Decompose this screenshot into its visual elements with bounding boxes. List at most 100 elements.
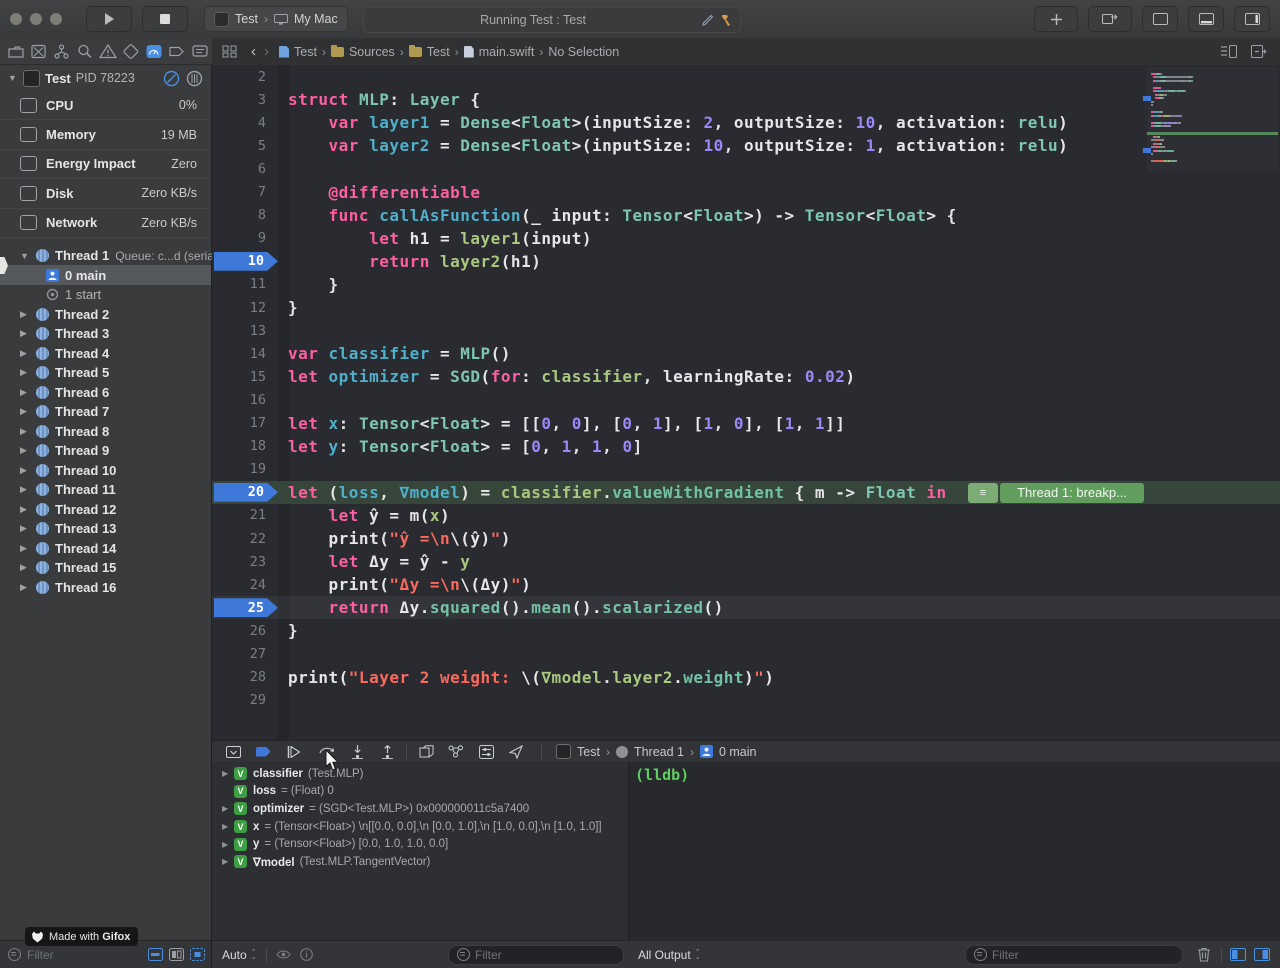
- related-items-icon[interactable]: [222, 45, 237, 58]
- debug-memory-graph-button[interactable]: [441, 745, 471, 758]
- hide-debug-area-button[interactable]: [218, 746, 248, 758]
- sidebar-item-thread-12[interactable]: ▶Thread 12: [0, 499, 211, 519]
- debug-view-hierarchy-button[interactable]: [411, 745, 441, 759]
- project-navigator-icon[interactable]: [6, 43, 26, 60]
- variables-scope-select[interactable]: Auto: [222, 948, 247, 962]
- variable-row-4[interactable]: ▶Vx= (Tensor<Float>) \n[[0.0, 0.0],\n [0…: [212, 818, 628, 836]
- console-filter-field[interactable]: Filter: [965, 945, 1183, 965]
- close-window-button[interactable]: [10, 13, 22, 25]
- process-row[interactable]: ▼ Test PID 78223: [0, 65, 211, 91]
- disclosure-triangle-icon[interactable]: ▶: [20, 523, 30, 534]
- disclosure-triangle-icon[interactable]: ▶: [20, 465, 30, 476]
- gauge-row-network[interactable]: NetworkZero KB/s: [0, 209, 207, 238]
- crumb-project[interactable]: Test: [294, 45, 317, 59]
- variables-filter-field[interactable]: Filter: [448, 945, 624, 965]
- debug-crumb-thread[interactable]: Thread 1: [634, 745, 684, 759]
- variable-row-2[interactable]: Vloss= (Float) 0: [212, 783, 628, 801]
- disclosure-triangle-icon[interactable]: ▶: [20, 426, 30, 437]
- disclosure-triangle-icon[interactable]: ▶: [222, 840, 231, 849]
- report-navigator-icon[interactable]: [190, 43, 210, 60]
- gauge-row-memory[interactable]: Memory19 MB: [0, 120, 207, 149]
- step-out-button[interactable]: [372, 745, 402, 759]
- sidebar-item-thread-3[interactable]: ▶Thread 3: [0, 324, 211, 344]
- breakpoint-badge[interactable]: 20: [214, 483, 278, 502]
- issue-navigator-icon[interactable]: [98, 43, 118, 60]
- disclosure-triangle-icon[interactable]: ▶: [20, 328, 30, 339]
- disclosure-triangle-icon[interactable]: ▼: [20, 251, 30, 261]
- clear-console-trash-icon[interactable]: [1197, 947, 1211, 962]
- debug-navigator-icon[interactable]: [144, 43, 164, 60]
- memory-gauge-ring-icon[interactable]: [186, 70, 203, 87]
- sidebar-item-thread-9[interactable]: ▶Thread 9: [0, 441, 211, 461]
- crumb-test[interactable]: Test: [427, 45, 450, 59]
- toggle-debug-area-button[interactable]: [1188, 6, 1224, 32]
- sidebar-item-thread-13[interactable]: ▶Thread 13: [0, 519, 211, 539]
- environment-overrides-button[interactable]: [471, 745, 501, 759]
- step-into-button[interactable]: [342, 745, 372, 759]
- minimize-window-button[interactable]: [30, 13, 42, 25]
- gauge-row-cpu[interactable]: CPU0%: [0, 91, 207, 120]
- sidebar-item-thread-11[interactable]: ▶Thread 11: [0, 480, 211, 500]
- breakpoint-badge[interactable]: 10: [214, 252, 278, 271]
- filter-stacks-icon[interactable]: [169, 948, 184, 961]
- toggle-variables-view-icon[interactable]: [1230, 948, 1246, 961]
- sidebar-item-thread-2[interactable]: ▶Thread 2: [0, 304, 211, 324]
- symbol-navigator-icon[interactable]: [52, 43, 72, 60]
- debug-crumb-app[interactable]: Test: [577, 745, 600, 759]
- sidebar-item-thread-5[interactable]: ▶Thread 5: [0, 363, 211, 383]
- breakpoint-annotation[interactable]: ≡Thread 1: breakp...: [968, 483, 1144, 503]
- standard-editor-button[interactable]: [1142, 6, 1178, 32]
- console-scope-select[interactable]: All Output: [638, 948, 691, 962]
- disclosure-triangle-icon[interactable]: ▶: [222, 857, 231, 866]
- simulate-location-button[interactable]: [501, 745, 531, 759]
- continue-button[interactable]: [278, 746, 308, 758]
- variables-view[interactable]: ▶Vclassifier(Test.MLP)Vloss= (Float) 0▶V…: [212, 762, 628, 940]
- build-hammer-icon[interactable]: [720, 14, 732, 26]
- source-editor[interactable]: 23struct MLP: Layer {4 var layer1 = Dens…: [212, 65, 1280, 740]
- navigator-filter-input[interactable]: Filter: [27, 948, 54, 962]
- sidebar-item-thread-10[interactable]: ▶Thread 10: [0, 460, 211, 480]
- scheme-selector[interactable]: Test › My Mac: [204, 6, 348, 32]
- stack-frame-1-start[interactable]: 1 start: [0, 285, 211, 305]
- pause-process-icon[interactable]: [163, 70, 180, 87]
- pencil-icon[interactable]: [702, 14, 714, 26]
- disclosure-triangle-icon[interactable]: ▶: [222, 769, 231, 778]
- crumb-sources[interactable]: Sources: [349, 45, 395, 59]
- breakpoints-toggle-button[interactable]: [248, 747, 278, 757]
- variable-row-3[interactable]: ▶Voptimizer= (SGD<Test.MLP>) 0x000000011…: [212, 800, 628, 818]
- gauge-row-energy-impact[interactable]: Energy ImpactZero: [0, 150, 207, 179]
- disclosure-triangle-icon[interactable]: ▶: [20, 445, 30, 456]
- crumb-file[interactable]: main.swift: [479, 45, 535, 59]
- disclosure-triangle-icon[interactable]: ▶: [20, 309, 30, 320]
- sidebar-item-thread-6[interactable]: ▶Thread 6: [0, 382, 211, 402]
- disclosure-triangle-icon[interactable]: ▶: [20, 582, 30, 593]
- toggle-console-view-icon[interactable]: [1254, 948, 1270, 961]
- sidebar-item-thread-8[interactable]: ▶Thread 8: [0, 421, 211, 441]
- breakpoint-badge[interactable]: 25: [214, 598, 278, 617]
- sidebar-item-thread-15[interactable]: ▶Thread 15: [0, 558, 211, 578]
- variable-row-6[interactable]: ▶V∇model(Test.MLP.TangentVector): [212, 853, 628, 871]
- disclosure-triangle-icon[interactable]: ▶: [20, 348, 30, 359]
- thread1-row[interactable]: ▼ Thread 1 Queue: c...d (serial): [0, 246, 211, 266]
- source-control-navigator-icon[interactable]: [29, 43, 49, 60]
- variable-row-1[interactable]: ▶Vclassifier(Test.MLP): [212, 765, 628, 783]
- variable-row-5[interactable]: ▶Vy= (Tensor<Float>) [0.0, 1.0, 1.0, 0.0…: [212, 835, 628, 853]
- console-view[interactable]: (lldb): [629, 762, 1280, 940]
- sidebar-item-thread-16[interactable]: ▶Thread 16: [0, 577, 211, 597]
- disclosure-triangle-icon[interactable]: ▶: [222, 822, 231, 831]
- filter-running-icon[interactable]: [148, 948, 163, 961]
- disclosure-triangle-icon[interactable]: ▶: [20, 543, 30, 554]
- disclosure-triangle-icon[interactable]: ▶: [20, 387, 30, 398]
- sidebar-item-thread-4[interactable]: ▶Thread 4: [0, 343, 211, 363]
- disclosure-triangle-icon[interactable]: ▶: [20, 562, 30, 573]
- breakpoint-navigator-icon[interactable]: [167, 43, 187, 60]
- run-button[interactable]: [86, 6, 132, 32]
- filter-crashed-icon[interactable]: [190, 948, 205, 961]
- library-button[interactable]: [1034, 6, 1078, 32]
- debug-crumb-frame[interactable]: 0 main: [719, 745, 757, 759]
- zoom-window-button[interactable]: [50, 13, 62, 25]
- info-icon[interactable]: [300, 948, 313, 961]
- forward-button[interactable]: ›: [264, 43, 269, 60]
- stop-button[interactable]: [142, 6, 188, 32]
- disclosure-triangle-icon[interactable]: ▶: [20, 406, 30, 417]
